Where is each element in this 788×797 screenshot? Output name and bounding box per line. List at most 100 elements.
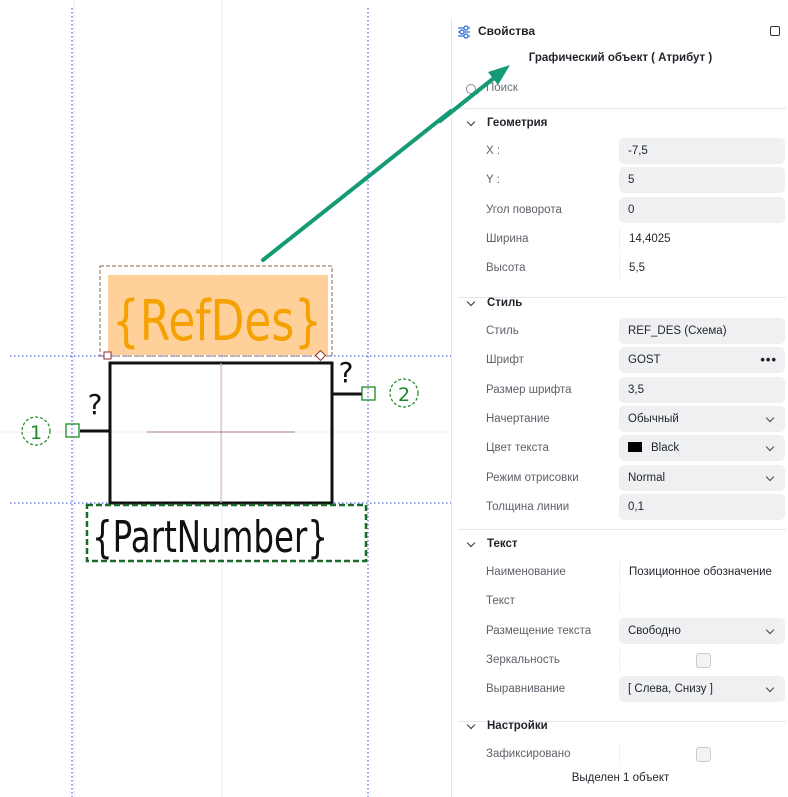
divider — [458, 529, 786, 530]
property-label: Цвет текста — [486, 442, 549, 455]
object-type-title: Графический объект ( Атрибут ) — [528, 52, 713, 64]
canvas-drawing: {RefDes} 1 ? 2 ? {PartNumber} — [0, 0, 451, 797]
pin-left-number: 1 — [30, 422, 42, 444]
property-row: Угол поворота 0 — [452, 196, 788, 223]
property-label: Размер шрифта — [486, 383, 572, 396]
color-swatch — [628, 442, 642, 453]
property-value: Black — [651, 442, 680, 455]
pin-left-connector[interactable] — [65, 423, 80, 438]
property-value: [ Слева, Снизу ] — [628, 683, 713, 696]
property-checkbox[interactable] — [696, 747, 711, 762]
property-label: Начертание — [486, 412, 550, 425]
property-label: Текст — [486, 595, 515, 608]
chevron-down-icon — [466, 297, 476, 307]
property-value: 5 — [628, 174, 635, 187]
property-row: Режим отрисовки Normal — [452, 464, 788, 491]
property-row: Цвет текста Black — [452, 435, 788, 462]
chevron-down-icon — [765, 625, 775, 634]
property-input[interactable]: REF_DES (Схема) — [619, 318, 785, 344]
property-row: Размещение текста Свободно — [452, 617, 788, 644]
property-value: 3,5 — [628, 383, 644, 396]
chevron-down-icon — [466, 720, 476, 730]
property-row: Начертание Обычный — [452, 405, 788, 432]
chevron-down-icon — [765, 413, 775, 423]
property-dropdown[interactable]: [ Слева, Снизу ] — [619, 676, 785, 703]
partnumber-attribute[interactable]: {PartNumber} — [92, 512, 328, 563]
refdes-attribute[interactable]: {RefDes} — [112, 289, 322, 354]
properties-panel: Свойства Графический объект ( Атрибут ) … — [451, 18, 788, 797]
section-title: Стиль — [487, 297, 523, 309]
property-input[interactable]: 0,1 — [619, 493, 785, 520]
property-dropdown[interactable]: Black — [619, 435, 785, 462]
property-label: Y : — [486, 174, 500, 187]
property-value: Обычный — [628, 412, 679, 425]
property-label: Ширина — [486, 232, 529, 245]
property-value: Позиционное обозначение — [629, 566, 772, 578]
property-input[interactable]: 0 — [619, 196, 785, 223]
property-input[interactable]: 3,5 — [619, 376, 785, 403]
property-input[interactable]: 5 — [619, 167, 785, 194]
property-row: Размер шрифта 3,5 — [452, 376, 788, 403]
property-value-cell — [619, 646, 785, 673]
property-value: 5,5 — [629, 262, 645, 275]
panel-title: Свойства — [478, 24, 536, 38]
property-input[interactable]: Позиционное обозначение — [619, 559, 785, 585]
annotation-arrow — [261, 108, 451, 262]
panel-header: Свойства — [452, 18, 788, 44]
property-row: Текст — [452, 588, 788, 615]
property-input[interactable] — [619, 588, 785, 615]
property-row: Толщина линии 0,1 — [452, 493, 788, 520]
property-row: Выравнивание [ Слева, Снизу ] — [452, 676, 788, 703]
property-value: GOST — [628, 354, 661, 367]
property-input[interactable]: 5,5 — [619, 255, 785, 282]
property-value: Normal — [628, 471, 666, 484]
property-row: Зеркальность — [452, 646, 788, 673]
section-title: Текст — [487, 538, 518, 550]
section-title: Настройки — [487, 720, 548, 732]
resize-handle[interactable] — [103, 351, 112, 360]
pin-right-name: ? — [339, 356, 354, 389]
selection-status: Выделен 1 объект — [571, 772, 670, 784]
chevron-down-icon — [765, 683, 775, 693]
property-value: -7,5 — [628, 145, 648, 157]
property-label: X : — [486, 145, 501, 157]
chevron-down-icon — [466, 117, 476, 127]
property-label: Выравнивание — [486, 683, 566, 696]
property-label: Зеркальность — [486, 653, 560, 666]
property-dropdown[interactable]: Свободно — [619, 617, 785, 644]
property-dropdown[interactable]: Обычный — [619, 405, 785, 432]
property-label: Угол поворота — [486, 203, 562, 216]
property-row: Ширина 14,4025 — [452, 225, 788, 252]
property-value-cell — [619, 741, 785, 767]
property-value: 0,1 — [628, 500, 644, 513]
pin-right-number: 2 — [398, 384, 410, 406]
search-placeholder[interactable]: Поиск — [486, 82, 518, 94]
maximize-icon[interactable] — [770, 26, 780, 36]
property-input[interactable]: 14,4025 — [619, 225, 785, 252]
chevron-down-icon — [765, 442, 775, 452]
property-checkbox[interactable] — [696, 652, 711, 668]
chevron-down-icon — [765, 472, 775, 481]
divider — [458, 108, 786, 109]
property-value: REF_DES (Схема) — [628, 325, 727, 337]
property-value: Свободно — [628, 624, 681, 637]
property-label: Толщина линии — [486, 500, 570, 513]
chevron-down-icon — [466, 538, 476, 548]
property-input[interactable]: -7,5 — [619, 138, 785, 164]
section-title: Геометрия — [487, 117, 548, 129]
sliders-icon — [458, 25, 470, 39]
property-label: Высота — [486, 262, 526, 275]
property-row: X : -7,5 — [452, 138, 788, 164]
property-label: Шрифт — [486, 354, 524, 367]
property-label: Стиль — [486, 325, 519, 337]
property-row: Шрифт GOST ••• — [452, 347, 788, 374]
more-icon[interactable]: ••• — [760, 347, 777, 373]
property-label: Наименование — [486, 566, 566, 578]
property-dropdown[interactable]: Normal — [619, 464, 785, 491]
property-row: Высота 5,5 — [452, 255, 788, 282]
property-value: 0 — [628, 203, 635, 216]
property-row: Зафиксировано — [452, 741, 788, 767]
property-row: Стиль REF_DES (Схема) — [452, 318, 788, 344]
property-input[interactable]: GOST ••• — [619, 347, 785, 374]
property-row: Y : 5 — [452, 167, 788, 194]
